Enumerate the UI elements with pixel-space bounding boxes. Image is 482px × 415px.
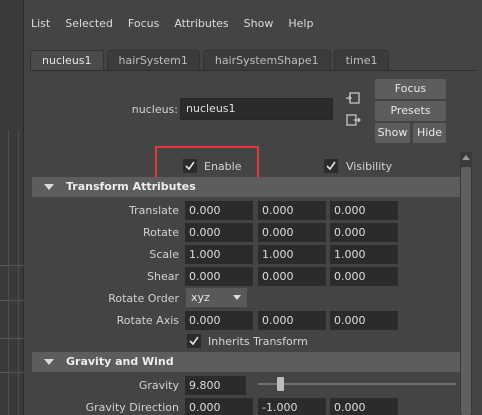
gravity-direction-x-field[interactable]: 0.000 [185,398,253,415]
shear-xy-field[interactable]: 0.000 [185,267,253,286]
translate-x-field[interactable]: 0.000 [185,201,253,220]
grid-line [0,338,24,339]
select-output-icon-glyph [346,114,361,126]
shear-yz-field[interactable]: 0.000 [330,267,398,286]
visibility-label: Visibility [346,160,393,173]
rotate-z-field[interactable]: 0.000 [330,223,398,242]
attribute-editor: List Selected Focus Attributes Show Help… [24,0,482,415]
rotate-axis-label: Rotate Axis [116,314,179,327]
rotate-axis-x-field[interactable]: 0.000 [185,311,253,330]
check-icon [326,161,336,171]
gravity-slider-track[interactable] [258,383,456,385]
scrollbar-thumb[interactable] [461,167,471,415]
menu-help[interactable]: Help [281,17,321,30]
viewport-edge [0,0,24,415]
presets-button[interactable]: Presets [375,101,446,121]
gravity-label: Gravity [138,379,179,392]
inherits-transform-checkbox[interactable] [187,334,201,348]
shear-xz-field[interactable]: 0.000 [258,267,326,286]
section-title: Transform Attributes [66,180,196,193]
collapse-arrow-icon [44,184,54,190]
show-button[interactable]: Show [375,123,410,143]
check-icon [189,336,199,346]
inherits-transform-label: Inherits Transform [208,335,308,348]
scale-y-field[interactable]: 1.000 [258,245,326,264]
gravity-direction-y-field[interactable]: -1.000 [258,398,326,415]
section-title: Gravity and Wind [66,355,174,368]
node-name-field[interactable]: nucleus1 [180,98,333,120]
grid-line [18,130,19,415]
node-tabs: nucleus1 hairSystem1 hairSystemShape1 ti… [30,50,392,70]
menu-list[interactable]: List [24,17,58,30]
rotate-order-value: xyz [191,291,210,304]
tab-nucleus1[interactable]: nucleus1 [30,50,104,70]
scroll-up-arrow-icon[interactable] [462,155,470,160]
scale-x-field[interactable]: 1.000 [185,245,253,264]
node-name-label: nucleus: [131,103,178,116]
translate-y-field[interactable]: 0.000 [258,201,326,220]
translate-label: Translate [129,204,179,217]
tab-divider [30,70,476,71]
rotate-y-field[interactable]: 0.000 [258,223,326,242]
rotate-order-label: Rotate Order [108,292,179,305]
tab-hairsystemshape1[interactable]: hairSystemShape1 [202,50,331,70]
shear-label: Shear [147,270,179,283]
menu-bar: List Selected Focus Attributes Show Help [24,12,482,34]
scale-label: Scale [149,248,179,261]
gravity-direction-z-field[interactable]: 0.000 [330,398,398,415]
grid-line [0,300,24,301]
rotate-order-dropdown[interactable]: xyz [186,288,247,307]
translate-z-field[interactable]: 0.000 [330,201,398,220]
gravity-direction-label: Gravity Direction [85,401,179,414]
rotate-axis-z-field[interactable]: 0.000 [330,311,398,330]
section-gravity-and-wind[interactable]: Gravity and Wind [32,352,460,372]
chevron-down-icon [233,295,241,300]
select-output-icon[interactable] [344,112,362,128]
gravity-field[interactable]: 9.800 [185,376,246,395]
menu-show[interactable]: Show [237,17,282,30]
rotate-x-field[interactable]: 0.000 [185,223,253,242]
tab-time1[interactable]: time1 [333,50,390,70]
collapse-arrow-icon [44,359,54,365]
select-input-icon[interactable] [344,90,362,106]
rotate-axis-y-field[interactable]: 0.000 [258,311,326,330]
tab-hairsystem1[interactable]: hairSystem1 [106,50,200,70]
rotate-label: Rotate [142,226,179,239]
grid-line [0,372,24,373]
grid-line [8,130,9,415]
menu-focus[interactable]: Focus [121,17,167,30]
grid-line [0,265,24,266]
visibility-checkbox[interactable] [324,159,338,173]
menu-attributes[interactable]: Attributes [167,17,236,30]
focus-button[interactable]: Focus [375,79,446,99]
select-input-icon-glyph [346,92,360,104]
hide-button[interactable]: Hide [413,123,446,143]
scale-z-field[interactable]: 1.000 [330,245,398,264]
gravity-slider-handle[interactable] [277,377,284,391]
menu-selected[interactable]: Selected [58,17,121,30]
section-transform-attributes[interactable]: Transform Attributes [32,177,460,197]
